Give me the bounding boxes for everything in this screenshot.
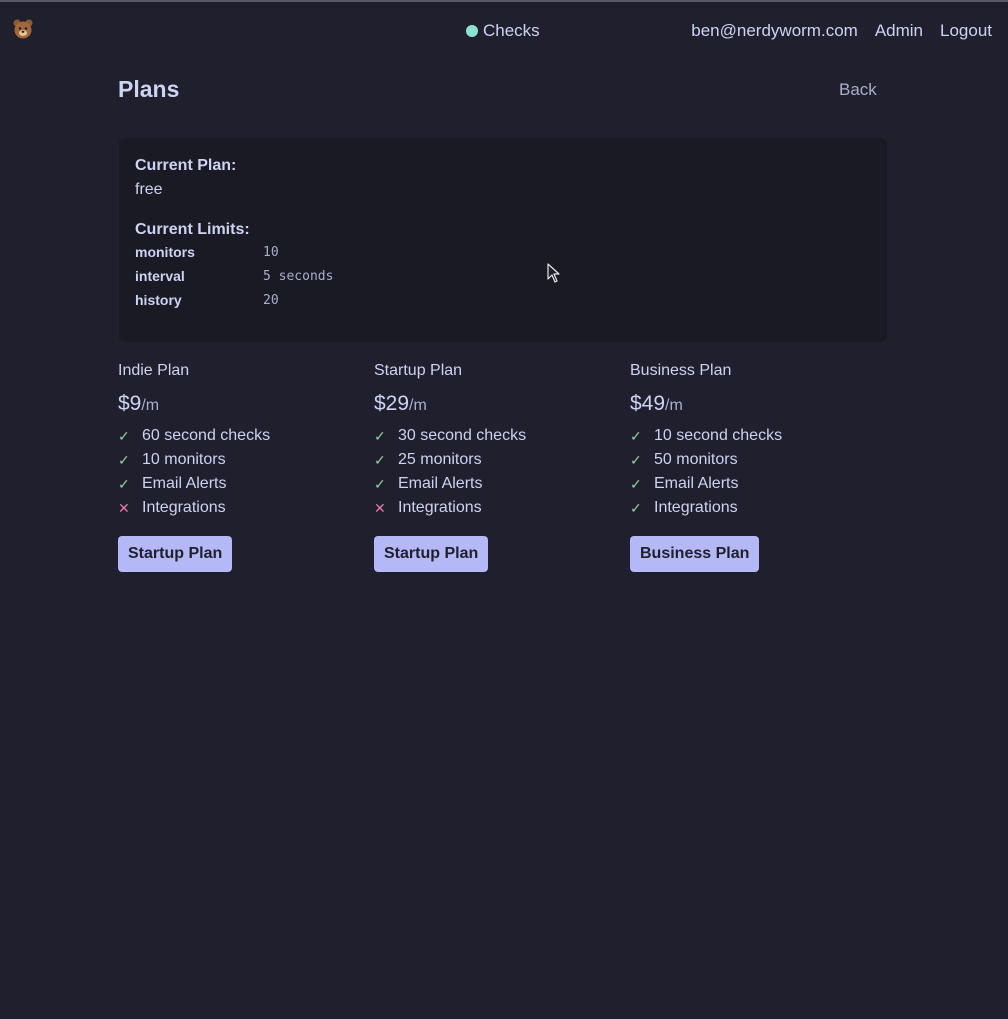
cross-icon: ✕ (374, 499, 386, 516)
check-icon: ✓ (118, 451, 130, 468)
plan-price: $29/m (374, 392, 614, 416)
limit-key: history (135, 292, 182, 308)
feature-item: ✓ Integrations (630, 496, 870, 520)
checks-label: Checks (483, 21, 540, 40)
page-title: Plans (118, 76, 180, 102)
limit-key: monitors (135, 244, 195, 260)
check-icon: ✓ (630, 499, 642, 516)
feature-text: Email Alerts (654, 475, 739, 492)
feature-item: ✕ Integrations (374, 496, 614, 520)
account-email-link[interactable]: ben@nerdyworm.com (691, 21, 858, 41)
mouse-cursor-icon (547, 263, 560, 283)
feature-text: 50 monitors (654, 451, 738, 468)
check-icon: ✓ (118, 427, 130, 444)
feature-item: ✓ Email Alerts (118, 472, 358, 496)
feature-item: ✓ Email Alerts (374, 472, 614, 496)
plan-name: Startup Plan (374, 362, 463, 379)
plan-price-amount: $49 (630, 392, 666, 415)
feature-item: ✓ Email Alerts (630, 472, 870, 496)
feature-list: ✓ 30 second checks ✓ 25 monitors ✓ Email Al… (374, 424, 614, 520)
check-icon: ✓ (118, 475, 130, 492)
logout-link[interactable]: Logout (940, 21, 992, 41)
limit-value: 5 seconds (263, 268, 334, 284)
limit-value: 10 (263, 244, 279, 260)
admin-link[interactable]: Admin (875, 21, 923, 41)
feature-text: 30 second checks (398, 427, 527, 444)
plan-price: $9/m (118, 392, 358, 416)
current-plan-label: Current Plan: (135, 157, 237, 174)
feature-item: ✓ 30 second checks (374, 424, 614, 448)
check-icon: ✓ (630, 427, 642, 444)
user-nav: ben@nerdyworm.com Admin Logout (691, 21, 992, 41)
plan-price-unit: /m (665, 397, 683, 414)
current-plan-value: free (135, 181, 163, 198)
feature-text: 10 monitors (142, 451, 226, 468)
check-icon: ✓ (374, 427, 386, 444)
top-nav: Checks ben@nerdyworm.com Admin Logout (0, 2, 1008, 58)
select-plan-button[interactable]: Startup Plan (374, 536, 489, 572)
feature-text: Integrations (654, 499, 738, 516)
feature-text: 25 monitors (398, 451, 482, 468)
check-icon: ✓ (374, 475, 386, 492)
plan-card-indie: Indie Plan $9/m ✓ 60 second checks ✓ 10 mo… (118, 360, 358, 572)
select-plan-button[interactable]: Business Plan (630, 536, 760, 572)
plan-name: Business Plan (630, 362, 732, 379)
limit-key: interval (135, 268, 185, 284)
plan-price-amount: $29 (374, 392, 410, 415)
limit-row-history: history 20 (135, 290, 279, 310)
cross-icon: ✕ (118, 499, 130, 516)
plan-price-unit: /m (141, 397, 160, 414)
plan-card-business: Business Plan $49/m ✓ 10 second checks ✓ 5… (630, 360, 870, 572)
feature-text: Email Alerts (142, 475, 227, 492)
plan-name: Indie Plan (118, 362, 190, 379)
plan-card-startup: Startup Plan $29/m ✓ 30 second checks ✓ 25… (374, 360, 614, 572)
feature-list: ✓ 10 second checks ✓ 50 monitors ✓ Email Al… (630, 424, 870, 520)
feature-item: ✓ 10 monitors (118, 448, 358, 472)
check-icon: ✓ (630, 451, 642, 468)
plan-price-amount: $9 (118, 392, 142, 415)
limit-row-monitors: monitors 10 (135, 242, 279, 262)
feature-text: 60 second checks (142, 427, 271, 444)
feature-text: Integrations (142, 499, 226, 516)
feature-text: 10 second checks (654, 427, 783, 444)
feature-item: ✓ 25 monitors (374, 448, 614, 472)
feature-text: Email Alerts (398, 475, 483, 492)
plan-price-unit: /m (409, 397, 427, 414)
checks-link[interactable]: Checks (466, 21, 540, 41)
feature-item: ✕ Integrations (118, 496, 358, 520)
limit-value: 20 (263, 292, 279, 308)
feature-list: ✓ 60 second checks ✓ 10 monitors ✓ Email Al… (118, 424, 358, 520)
current-limits-label: Current Limits: (135, 221, 250, 238)
feature-item: ✓ 10 second checks (630, 424, 870, 448)
check-icon: ✓ (630, 475, 642, 492)
status-dot-icon (466, 25, 478, 37)
feature-item: ✓ 50 monitors (630, 448, 870, 472)
current-plan-card: Current Plan: free Current Limits: monit… (119, 138, 887, 342)
check-icon: ✓ (374, 451, 386, 468)
feature-text: Integrations (398, 499, 482, 516)
feature-item: ✓ 60 second checks (118, 424, 358, 448)
back-button[interactable]: Back (839, 80, 877, 100)
limit-row-interval: interval 5 seconds (135, 266, 333, 286)
plan-price: $49/m (630, 392, 870, 416)
bear-icon[interactable] (12, 18, 34, 40)
select-plan-button[interactable]: Startup Plan (118, 536, 233, 572)
